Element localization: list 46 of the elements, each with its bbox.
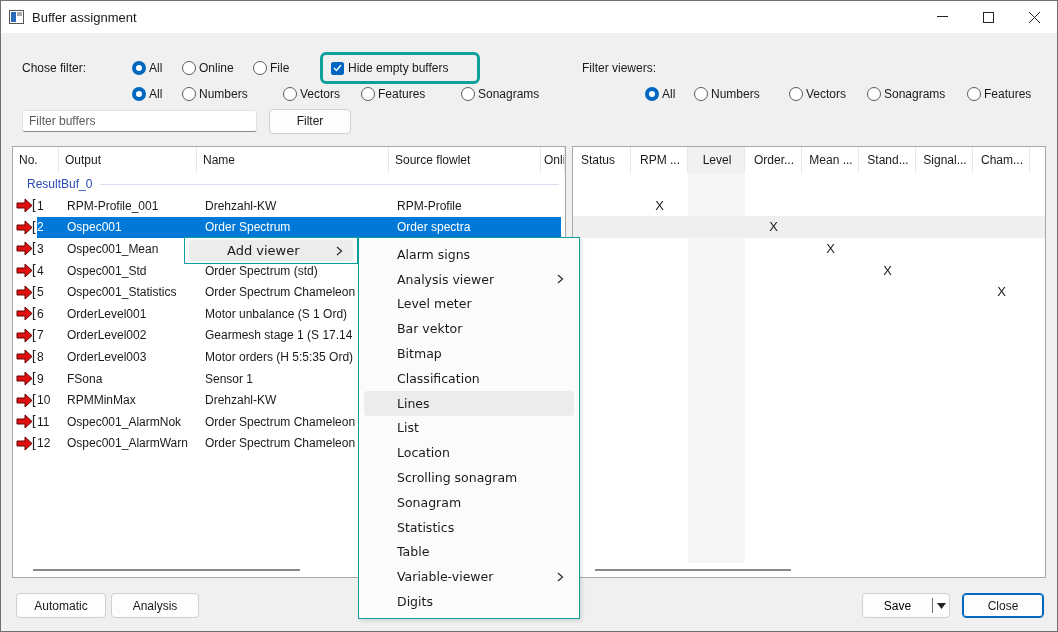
filter-label: Chose filter: [22,61,88,75]
table-cell-text: Order Spectrum Chameleon [204,436,357,451]
table-cell-text: OrderLevel003 [66,349,148,364]
assignment-mark: X [826,241,835,257]
assignment-mark: X [997,284,1006,300]
row-number: 9 [37,371,44,386]
table-cell-text: OrderLevel002 [66,328,148,343]
row-number: 8 [37,349,44,364]
row-number: 6 [37,306,44,321]
table-cell-text: Order Spectrum (std) [204,263,319,278]
row-number: 2 [37,220,44,235]
row-number: 11 [37,414,50,429]
table-cell-text: Motor orders (H 5:5:35 Ord) [204,349,355,364]
table-cell-text: Order Spectrum Chameleon [204,414,357,429]
table-cell-text: Motor unbalance (S 1 Ord) [204,306,349,321]
table-cell-text: Drehzahl-KW [204,198,278,213]
table-cell-text: Gearmesh stage 1 (S 17.14 [204,328,354,343]
table-cell-text: Ospec001_Mean [66,242,160,256]
row-number: 7 [37,328,44,343]
table-cell-text: Ospec001 [66,220,123,235]
table-cell-text: RPM-Profile [396,198,463,213]
table-cell-text: Drehzahl-KW [204,393,278,408]
row-number: 4 [37,263,44,278]
table-cell-text: Ospec001_Statistics [66,285,178,300]
row-number: 5 [37,285,44,300]
table-cell-text: Order Spectrum [204,220,292,235]
table-cell-text: Order Spectrum Chameleon [204,285,357,300]
row-number: 10 [37,393,51,408]
table-cell-text: RPMMinMax [66,393,137,408]
row-number: 1 [37,198,44,213]
assignment-mark: X [769,219,778,235]
row-number: 12 [37,436,51,451]
assignment-mark: X [883,262,892,278]
group-header: ResultBuf_0 [27,177,93,191]
table-cell-text: FSona [66,371,104,386]
table-cell-text: Sensor 1 [204,371,255,386]
row-number: 3 [37,242,44,256]
table-cell-text: Ospec001_AlarmNok [66,414,183,429]
table-cell-text: Ospec001_Std [66,263,148,278]
table-cell-text: Ospec001_AlarmWarn [66,436,189,451]
window-title: Buffer assignment [32,9,138,25]
table-cell-text: Order spectra [396,220,472,235]
assignment-mark: X [655,197,664,213]
filter-viewers-label: Filter viewers: [582,61,657,75]
table-cell-text: RPM-Profile_001 [66,198,160,213]
table-cell-text: OrderLevel001 [66,306,148,321]
